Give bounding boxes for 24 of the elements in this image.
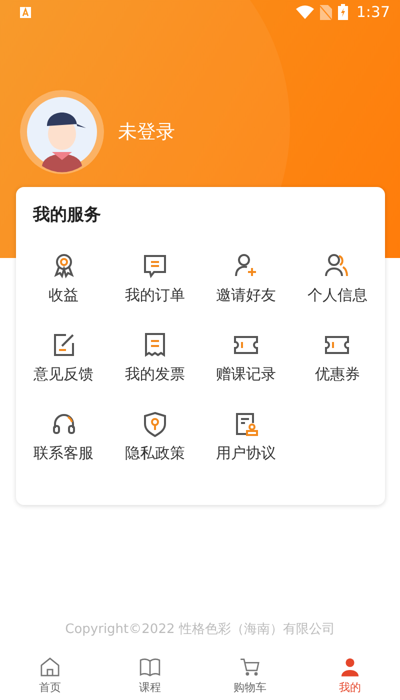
avatar-icon[interactable] — [20, 90, 104, 174]
no-sim-icon — [320, 4, 332, 20]
service-item[interactable]: 邀请好友 — [200, 252, 292, 305]
service-item[interactable]: 收益 — [18, 252, 110, 305]
service-item[interactable]: 个人信息 — [292, 252, 383, 305]
section-title: 我的服务 — [33, 204, 101, 226]
clock-text: 1:37 — [356, 3, 390, 21]
battery-charging-icon — [338, 4, 348, 20]
nav-tab[interactable]: 首页 — [0, 650, 100, 700]
service-item[interactable]: 优惠券 — [292, 331, 383, 384]
service-item[interactable]: 赠课记录 — [200, 331, 292, 384]
nav-tab[interactable]: 课程 — [100, 650, 200, 700]
home-icon — [38, 655, 62, 679]
notification-icon — [20, 6, 31, 18]
nav-tab[interactable]: 我的 — [300, 650, 400, 700]
service-item[interactable]: 我的发票 — [109, 331, 200, 384]
wifi-icon — [296, 5, 314, 19]
service-item[interactable]: 联系客服 — [18, 410, 110, 463]
copyright-text: Copyright©2022 性格色彩（海南）有限公司 — [65, 622, 335, 637]
service-item[interactable]: 我的订单 — [109, 252, 200, 305]
service-item[interactable]: 意见反馈 — [18, 331, 110, 384]
service-item[interactable]: 隐私政策 — [109, 410, 200, 463]
service-item[interactable]: 用户协议 — [200, 410, 292, 463]
nav-tab[interactable]: 购物车 — [200, 650, 300, 700]
